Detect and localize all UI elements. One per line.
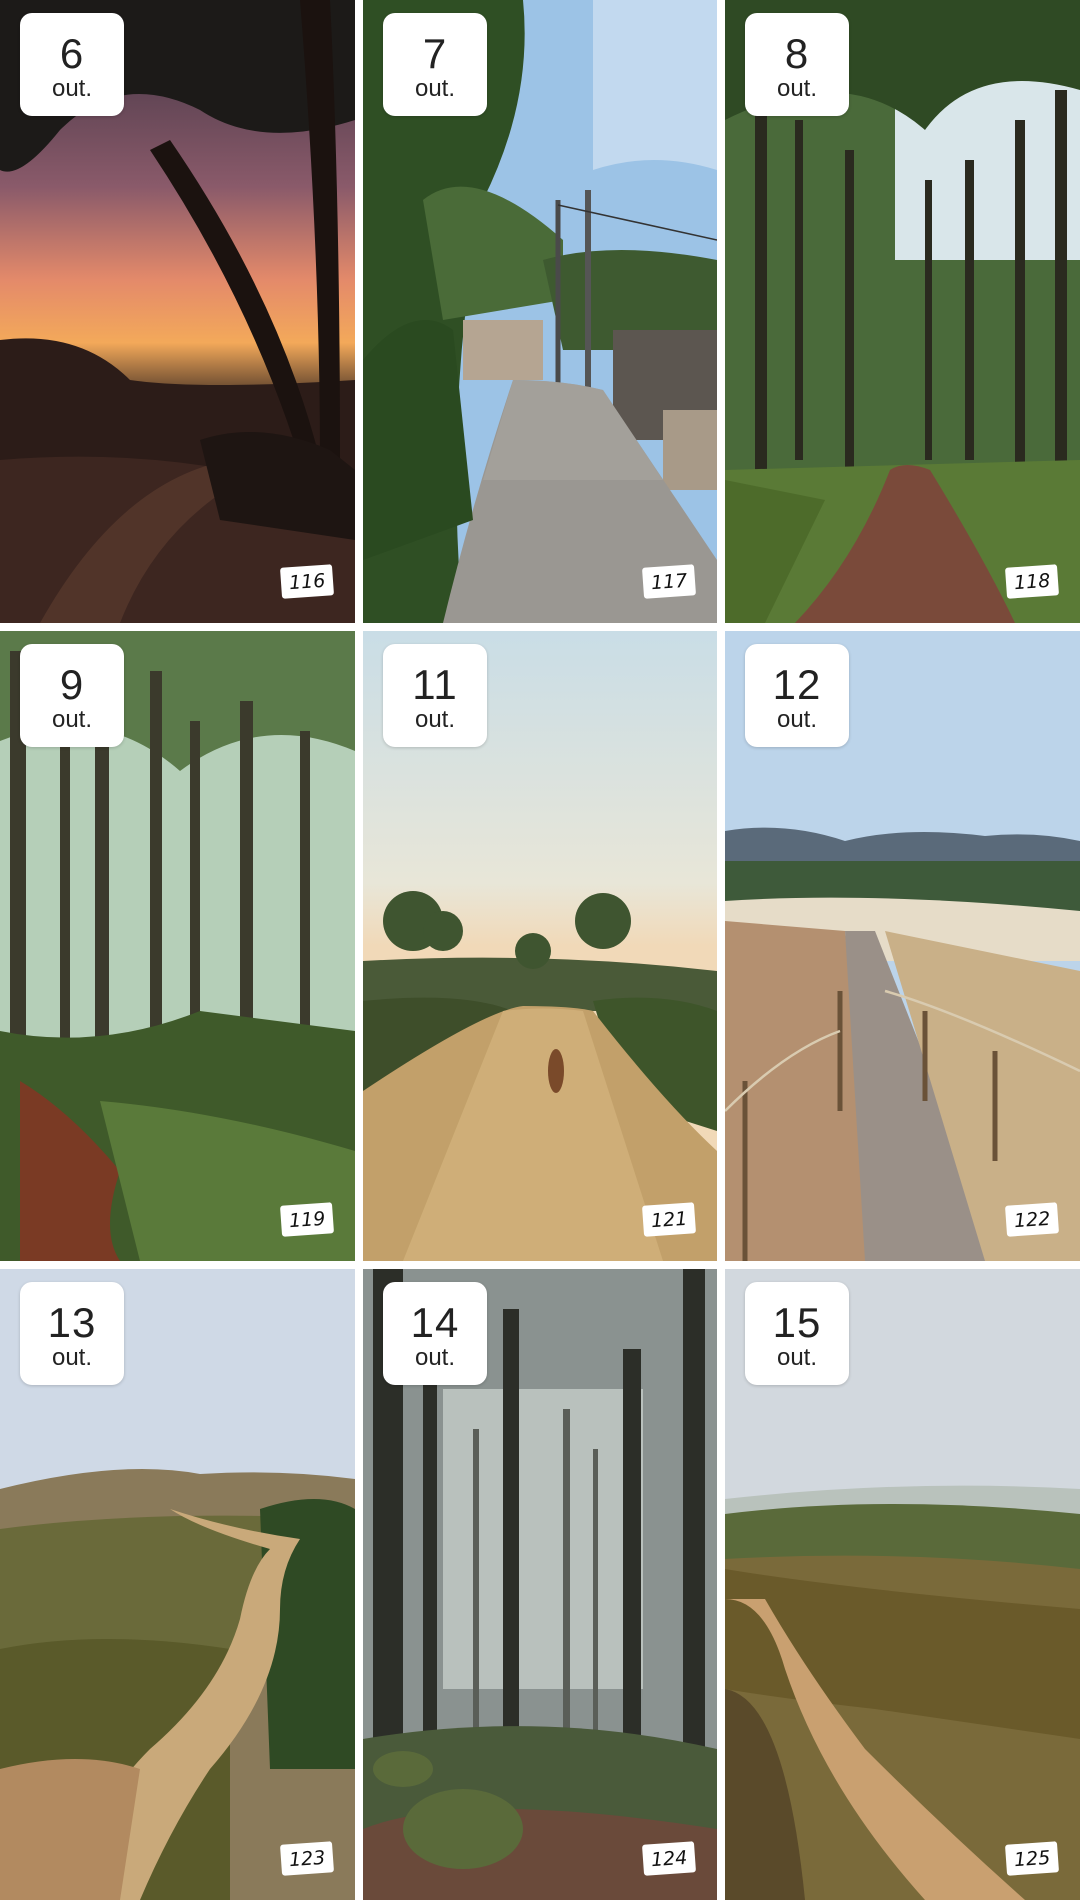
date-month: out. [51, 1344, 93, 1371]
date-badge: 11 out. [383, 644, 487, 747]
photo-tile[interactable]: 9 out. 119 [0, 631, 355, 1261]
photo-number-tag: 117 [641, 564, 697, 599]
photo-tile[interactable]: 13 out. 123 [0, 1269, 355, 1900]
date-month: out. [776, 75, 818, 102]
date-month: out. [414, 706, 456, 733]
date-day: 8 [784, 30, 810, 77]
date-month: out. [776, 1344, 818, 1371]
photo-grid: 6 out. 116 7 out. 117 8 out. 118 9 out. … [0, 0, 1080, 1900]
date-day: 6 [59, 30, 85, 77]
photo-tile[interactable]: 15 out. 125 [725, 1269, 1080, 1900]
date-badge: 6 out. [20, 13, 124, 116]
date-badge: 13 out. [20, 1282, 124, 1385]
date-month: out. [414, 75, 456, 102]
date-day: 11 [412, 661, 458, 708]
photo-tile[interactable]: 8 out. 118 [725, 0, 1080, 623]
photo-number-tag: 121 [641, 1202, 697, 1237]
date-badge: 12 out. [745, 644, 849, 747]
date-month: out. [51, 706, 93, 733]
date-day: 15 [772, 1299, 822, 1346]
date-day: 13 [47, 1299, 97, 1346]
photo-number-tag: 116 [279, 564, 335, 599]
date-day: 14 [410, 1299, 460, 1346]
date-badge: 8 out. [745, 13, 849, 116]
photo-number-tag: 119 [279, 1202, 335, 1237]
date-day: 7 [422, 30, 448, 77]
date-badge: 15 out. [745, 1282, 849, 1385]
date-month: out. [51, 75, 93, 102]
date-day: 9 [59, 661, 85, 708]
photo-number-tag: 122 [1004, 1202, 1060, 1237]
photo-number-tag: 123 [279, 1841, 335, 1876]
date-month: out. [414, 1344, 456, 1371]
date-month: out. [776, 706, 818, 733]
photo-tile[interactable]: 11 out. 121 [363, 631, 717, 1261]
photo-number-tag: 125 [1004, 1841, 1060, 1876]
date-badge: 9 out. [20, 644, 124, 747]
photo-tile[interactable]: 6 out. 116 [0, 0, 355, 623]
photo-number-tag: 118 [1004, 564, 1060, 599]
photo-tile[interactable]: 7 out. 117 [363, 0, 717, 623]
photo-tile[interactable]: 12 out. 122 [725, 631, 1080, 1261]
date-badge: 7 out. [383, 13, 487, 116]
date-day: 12 [772, 661, 822, 708]
photo-number-tag: 124 [641, 1841, 697, 1876]
date-badge: 14 out. [383, 1282, 487, 1385]
photo-tile[interactable]: 14 out. 124 [363, 1269, 717, 1900]
